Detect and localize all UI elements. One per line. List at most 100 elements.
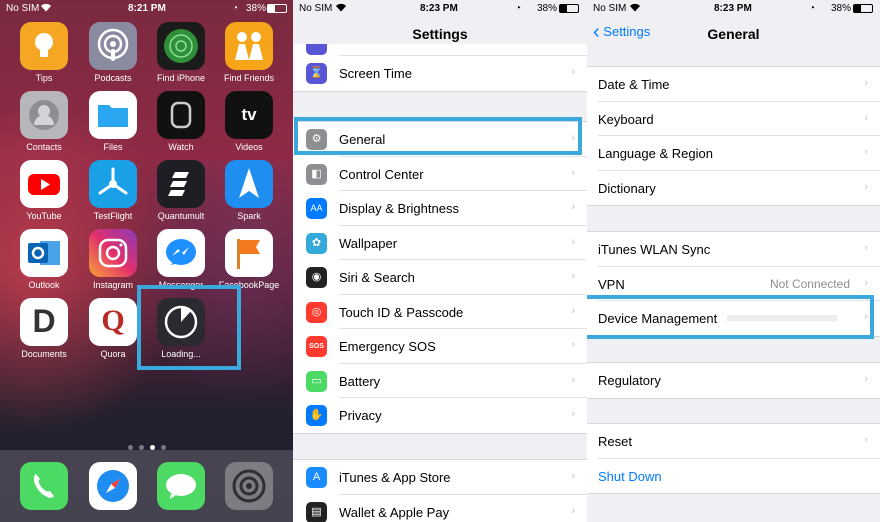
lock-rotation-icon: ◔ — [809, 3, 816, 14]
files-icon[interactable] — [89, 91, 137, 139]
row-label: VPN — [598, 276, 625, 292]
fingerprint-icon: ◎ — [306, 301, 327, 323]
chevron-right-icon: › — [571, 408, 575, 420]
settings-item-emergency-sos[interactable]: SOS Emergency SOS › — [293, 329, 587, 364]
row-label: Reset — [598, 434, 632, 449]
app-label: Contacts — [26, 142, 62, 152]
row-label: Touch ID & Passcode — [339, 304, 464, 320]
highlight-box-loading — [137, 285, 241, 370]
general-item-dictionary[interactable]: Dictionary › — [587, 170, 880, 205]
app-label: Find iPhone — [156, 73, 206, 83]
find-friends-icon[interactable] — [225, 22, 273, 70]
general-item-regulatory[interactable]: Regulatory › — [587, 363, 880, 398]
general-group-3: Regulatory › — [587, 362, 880, 399]
app-label: Documents — [21, 349, 67, 359]
settings-icon[interactable] — [225, 462, 273, 510]
messenger-icon[interactable] — [157, 229, 205, 277]
battery-percent: 38% — [831, 3, 852, 14]
app-label: TestFlight — [93, 211, 133, 221]
apple-tv-icon[interactable]: tv — [225, 91, 273, 139]
app-label: Quantumult — [157, 211, 205, 221]
contacts-icon[interactable] — [20, 91, 68, 139]
settings-item-screen-time[interactable]: ⌛ Screen Time › — [293, 56, 587, 91]
outlook-icon[interactable] — [20, 229, 68, 277]
status-bar: No SIM 8:21 PM ◔ 38% — [0, 0, 293, 16]
settings-item-privacy[interactable]: ✋ Privacy › — [293, 398, 587, 433]
settings-item-battery[interactable]: ▭ Battery › — [293, 363, 587, 398]
quantumult-icon[interactable] — [157, 160, 205, 208]
youtube-icon[interactable] — [20, 160, 68, 208]
settings-item-wallet[interactable]: ▤ Wallet & Apple Pay › — [293, 494, 587, 522]
row-label: Control Center — [339, 166, 424, 182]
row-label: Wallpaper — [339, 235, 398, 251]
battery-icon — [853, 4, 873, 13]
quora-icon[interactable]: Q — [89, 298, 137, 346]
status-bar: No SIM 8:23 PM ◔ 38% — [587, 0, 880, 16]
chevron-right-icon: › — [864, 77, 868, 89]
carrier-label: No SIM — [6, 3, 40, 14]
chevron-right-icon: › — [571, 235, 575, 248]
podcasts-icon[interactable] — [89, 22, 137, 70]
phone-icon[interactable] — [20, 462, 68, 510]
row-label: Dictionary — [598, 180, 656, 196]
chevron-right-icon: › — [864, 111, 868, 124]
row-label: Wallet & Apple Pay — [339, 504, 450, 520]
app-label: Outlook — [28, 280, 60, 290]
settings-screen: No SIM 8:23 PM ◔ 38% Settings ⌛ Screen T… — [293, 0, 587, 522]
settings-item-touch-id[interactable]: ◎ Touch ID & Passcode › — [293, 294, 587, 329]
battery-icon — [559, 4, 579, 13]
status-time: 8:23 PM — [714, 3, 752, 14]
shut-down-button[interactable]: Shut Down — [587, 458, 880, 493]
general-item-language-region[interactable]: Language & Region › — [587, 136, 880, 171]
row-label: Display & Brightness — [339, 201, 459, 216]
settings-item-display-brightness[interactable]: AA Display & Brightness › — [293, 191, 587, 226]
toggles-icon: ◧ — [306, 163, 327, 185]
hourglass-icon: ⌛ — [306, 63, 327, 84]
app-label: YouTube — [26, 211, 62, 221]
messages-icon[interactable] — [157, 462, 205, 510]
app-label: Find Friends — [223, 73, 275, 83]
settings-item-app-store[interactable]: A iTunes & App Store › — [293, 460, 587, 495]
safari-icon[interactable] — [89, 462, 137, 510]
chevron-right-icon: › — [864, 276, 868, 289]
row-label: iTunes WLAN Sync — [598, 242, 711, 257]
facebook-page-icon[interactable] — [225, 229, 273, 277]
general-item-date-time[interactable]: Date & Time › — [587, 67, 880, 102]
page-title: General — [707, 26, 760, 42]
row-label: Keyboard — [598, 111, 654, 127]
screenshot-collage: No SIM 8:21 PM ◔ 38% Tips Podcasts Find … — [0, 0, 880, 522]
settings-item-siri-search[interactable]: ◉ Siri & Search › — [293, 260, 587, 295]
list-item-partial[interactable] — [293, 44, 587, 56]
watch-icon[interactable] — [157, 91, 205, 139]
general-screen: No SIM 8:23 PM ◔ 38% ‹ Settings General … — [587, 0, 880, 522]
vpn-status-value: Not Connected — [769, 276, 850, 291]
home-screen: No SIM 8:21 PM ◔ 38% Tips Podcasts Find … — [0, 0, 293, 522]
app-label: Videos — [235, 142, 263, 152]
app-label: Files — [103, 142, 123, 152]
tv-text: tv — [241, 105, 257, 124]
settings-group-1: ⌛ Screen Time › — [293, 44, 587, 92]
siri-icon: ◉ — [306, 267, 327, 288]
documents-icon[interactable]: D — [20, 298, 68, 346]
general-item-itunes-wlan-sync[interactable]: iTunes WLAN Sync › — [587, 232, 880, 267]
settings-item-wallpaper[interactable]: ✿ Wallpaper › — [293, 225, 587, 260]
tips-icon[interactable] — [20, 22, 68, 70]
chevron-right-icon: › — [571, 504, 575, 517]
general-item-keyboard[interactable]: Keyboard › — [587, 101, 880, 136]
spark-icon[interactable] — [225, 160, 273, 208]
testflight-icon[interactable] — [89, 160, 137, 208]
find-iphone-icon[interactable] — [157, 22, 205, 70]
settings-item-control-center[interactable]: ◧ Control Center › — [293, 156, 587, 191]
status-bar: No SIM 8:23 PM ◔ 38% — [293, 0, 587, 16]
wifi-icon — [335, 3, 347, 15]
row-label: Privacy — [339, 408, 382, 423]
chevron-right-icon: › — [864, 146, 868, 158]
general-item-reset[interactable]: Reset › — [587, 424, 880, 459]
app-label: Watch — [168, 142, 194, 152]
chevron-right-icon: › — [571, 166, 575, 179]
battery-percent: 38% — [246, 3, 267, 14]
instagram-icon[interactable] — [89, 229, 137, 277]
lock-rotation-icon: ◔ — [515, 3, 522, 14]
wifi-icon — [629, 3, 641, 15]
row-label: Language & Region — [598, 146, 713, 161]
